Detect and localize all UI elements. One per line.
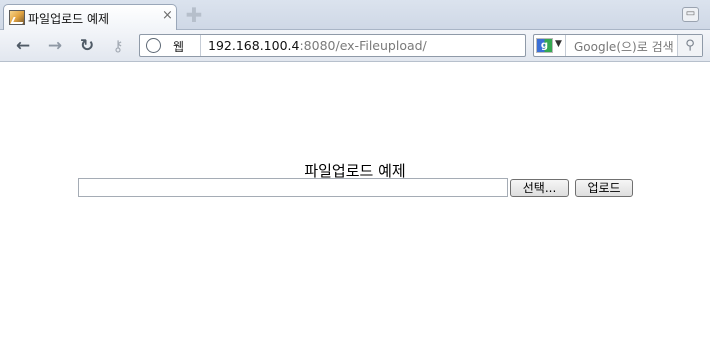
forward-arrow-icon[interactable]: → [44,36,66,56]
url-host: 192.168.100.4 [208,38,300,53]
upload-button[interactable]: 업로드 [575,179,633,197]
tab-list-icon[interactable]: ▭ [682,7,699,22]
url-path: :8080/ex-Fileupload/ [299,38,427,53]
search-input[interactable]: Google(으)로 검색 [574,38,674,55]
engine-dropdown-icon[interactable]: ▼ [555,39,562,49]
tab-close-icon[interactable]: × [162,9,173,23]
favicon-icon [9,10,25,25]
tab-strip: 파일업로드 예제 × ✚ ▭ [0,0,710,31]
search-icon[interactable]: ⚲ [677,35,702,56]
search-bar[interactable]: g ▼ Google(으)로 검색 ⚲ [533,34,703,57]
address-divider [200,35,201,56]
navigation-toolbar: ← → ↻ ⚷ 웹 192.168.100.4:8080/ex-Fileuplo… [0,30,710,62]
new-tab-icon[interactable]: ✚ [184,5,204,25]
back-arrow-icon[interactable]: ← [12,36,34,56]
browse-button[interactable]: 선택... [510,179,569,197]
globe-icon[interactable] [146,38,161,53]
page-content: 파일업로드 예제 선택... 업로드 [0,63,710,359]
tab-title: 파일업로드 예제 [28,12,110,26]
site-identity-label[interactable]: 웹 [173,38,184,55]
reload-icon[interactable]: ↻ [76,36,98,56]
search-divider [565,35,566,56]
file-path-input[interactable] [78,178,508,197]
tab-active[interactable]: 파일업로드 예제 × [3,4,177,31]
address-bar[interactable]: 웹 192.168.100.4:8080/ex-Fileupload/ [139,34,526,57]
key-icon[interactable]: ⚷ [107,36,129,56]
url-text[interactable]: 192.168.100.4:8080/ex-Fileupload/ [208,38,427,53]
google-engine-icon[interactable]: g [536,38,553,53]
